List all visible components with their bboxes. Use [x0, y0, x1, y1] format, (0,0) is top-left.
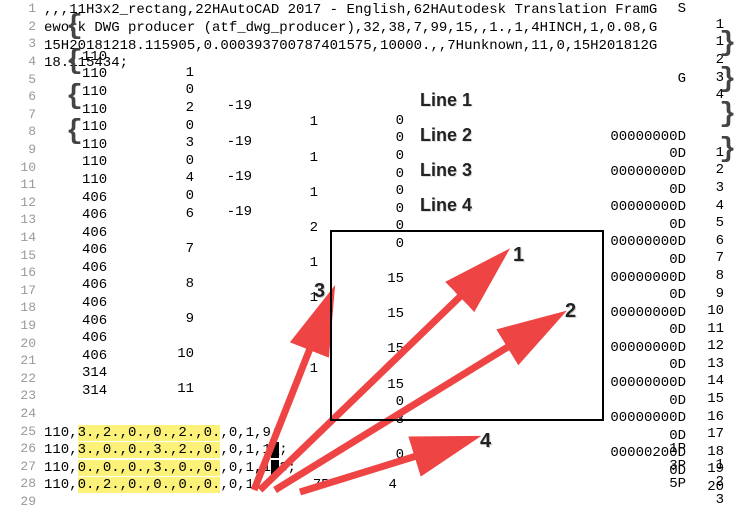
line-number: 22 — [0, 371, 44, 386]
line-number: 8 — [0, 124, 44, 139]
line-number: 19 — [0, 318, 44, 333]
code-line: 29 110,0.,2.,0.,0.,0.,0.,0,1, 7P 4 — [0, 493, 750, 511]
line-number: 1 — [0, 1, 44, 16]
line-number: 20 — [0, 336, 44, 351]
line-number: 11 — [0, 177, 44, 192]
highlighted-data: 0.,2.,0.,0.,0.,0. — [78, 477, 221, 493]
line-number: 26 — [0, 441, 44, 456]
line-number: 9 — [0, 142, 44, 157]
line-number: 2 — [0, 19, 44, 34]
line-number: 3 — [0, 36, 44, 51]
line-number: 24 — [0, 406, 44, 421]
line-number: 17 — [0, 283, 44, 298]
line-content: 110,0.,2.,0.,0.,0.,0.,0,1, 7P 4 — [44, 461, 734, 511]
line-number: 6 — [0, 89, 44, 104]
line-number: 29 — [0, 494, 44, 509]
line-number: 7 — [0, 107, 44, 122]
line-number: 18 — [0, 300, 44, 315]
line-number: 16 — [0, 265, 44, 280]
line-number: 5 — [0, 72, 44, 87]
line-number: 12 — [0, 195, 44, 210]
line-number: 23 — [0, 388, 44, 403]
line-number: 27 — [0, 459, 44, 474]
line-number: 21 — [0, 353, 44, 368]
line-number: 15 — [0, 248, 44, 263]
line-number: 4 — [0, 54, 44, 69]
line-number: 10 — [0, 160, 44, 175]
line-number: 14 — [0, 230, 44, 245]
line-number: 13 — [0, 212, 44, 227]
line-number: 25 — [0, 424, 44, 439]
line-number: 28 — [0, 476, 44, 491]
